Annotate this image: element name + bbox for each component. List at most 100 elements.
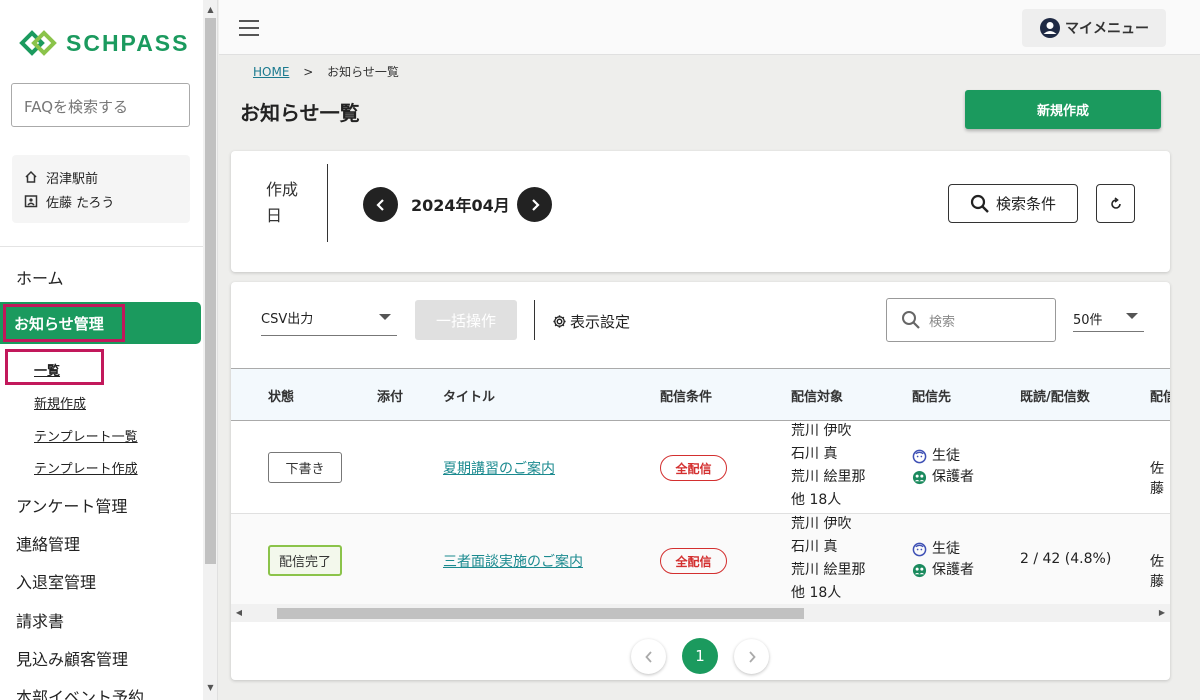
- display-settings-button[interactable]: 表示設定: [552, 311, 630, 332]
- list-search-input[interactable]: 検索: [886, 298, 1056, 342]
- search-icon: [902, 311, 920, 329]
- gear-icon: [553, 315, 566, 328]
- breadcrumb-separator: >: [303, 65, 314, 79]
- chevron-right-icon: [748, 650, 756, 663]
- next-page-button[interactable]: [734, 639, 769, 674]
- menu-icon[interactable]: [239, 20, 259, 36]
- highlight-box: [3, 304, 125, 342]
- current-month: 2024年04月: [411, 196, 510, 215]
- divider: [327, 164, 328, 242]
- prev-month-button[interactable]: [363, 187, 398, 222]
- chevron-left-icon: [375, 198, 384, 211]
- my-menu-button[interactable]: マイメニュー: [1022, 9, 1166, 47]
- table-row[interactable]: 下書き 夏期講習のご案内 全配信 荒川 伊吹 石川 真 荒川 絵里那 他 18人…: [231, 421, 1170, 514]
- notice-title-link[interactable]: 夏期講習のご案内: [443, 458, 555, 478]
- destination-label: 保護者: [932, 562, 974, 578]
- read-count: 2 / 42 (4.8%): [1020, 551, 1112, 567]
- current-page-button[interactable]: 1: [682, 638, 718, 674]
- my-menu-label: マイメニュー: [1065, 21, 1149, 37]
- table-header: 状態 添付 タイトル 配信条件 配信対象 配信先 既読/配信数 配信者: [231, 368, 1170, 421]
- destination-label: 生徒: [932, 541, 960, 557]
- target-others: 他 18人: [791, 492, 842, 508]
- column-header[interactable]: 配信対象: [791, 386, 843, 405]
- scrollbar-thumb[interactable]: [205, 18, 216, 564]
- target-name: 荒川 絵里那: [791, 469, 866, 485]
- student-icon: [912, 542, 927, 557]
- search-placeholder: 検索: [929, 314, 956, 330]
- page-title: お知らせ一覧: [240, 101, 360, 125]
- column-header[interactable]: 配信条件: [660, 386, 712, 405]
- per-page-select[interactable]: 50件: [1073, 304, 1144, 332]
- divider: [0, 246, 203, 247]
- csv-export-select[interactable]: CSV出力: [261, 304, 397, 336]
- nav-sub-template-create[interactable]: テンプレート作成: [34, 458, 138, 477]
- nav-contact[interactable]: 連絡管理: [16, 531, 80, 555]
- nav-survey[interactable]: アンケート管理: [16, 493, 127, 517]
- student-icon: [912, 449, 927, 464]
- search-icon: [970, 194, 989, 213]
- user-info: 沼津駅前 佐藤 たろう: [12, 155, 190, 223]
- highlight-box: [5, 349, 104, 385]
- target-name: 石川 真: [791, 539, 838, 555]
- top-bar: マイメニュー: [219, 0, 1200, 55]
- csv-export-label: CSV出力: [261, 312, 314, 327]
- scroll-left-arrow-icon[interactable]: ◀: [231, 604, 247, 622]
- guardian-icon: [912, 470, 927, 485]
- per-page-value: 50件: [1073, 313, 1103, 328]
- column-header[interactable]: 状態: [268, 386, 294, 405]
- scroll-up-arrow-icon[interactable]: ▲: [203, 2, 218, 18]
- schpass-logo-icon: [19, 30, 57, 56]
- refresh-button[interactable]: [1096, 184, 1135, 223]
- new-create-button[interactable]: 新規作成: [965, 90, 1161, 129]
- target-list: 荒川 伊吹 石川 真 荒川 絵里那 他 18人: [791, 513, 865, 605]
- column-header[interactable]: 配信者: [1150, 386, 1170, 405]
- target-name: 荒川 絵里那: [791, 562, 866, 578]
- status-badge: 配信完了: [268, 545, 342, 576]
- breadcrumb-home[interactable]: HOME: [253, 65, 289, 79]
- target-name: 荒川 伊吹: [791, 423, 852, 439]
- logo[interactable]: SCHPASS: [18, 28, 190, 58]
- table-row[interactable]: 配信完了 三者面談実施のご案内 全配信 荒川 伊吹 石川 真 荒川 絵里那 他 …: [231, 514, 1170, 607]
- status-badge: 下書き: [268, 452, 342, 483]
- user-name: 佐藤 たろう: [46, 195, 115, 211]
- destination-list: 生徒 保護者: [912, 539, 974, 581]
- scroll-right-arrow-icon[interactable]: ▶: [1154, 604, 1170, 622]
- nav-sub-new[interactable]: 新規作成: [34, 393, 86, 412]
- notice-title-link[interactable]: 三者面談実施のご案内: [443, 551, 583, 571]
- nav-hq-events[interactable]: 本部イベント予約: [16, 684, 144, 700]
- sender-name: 佐藤: [1150, 461, 1164, 497]
- date-filter-card: 作成日 2024年04月 検索条件: [231, 151, 1170, 272]
- id-card-icon: [24, 195, 38, 208]
- display-settings-label: 表示設定: [570, 313, 631, 331]
- nav-prospects[interactable]: 見込み顧客管理: [16, 646, 128, 670]
- faq-search-input[interactable]: FAQを検索する: [11, 83, 190, 127]
- next-month-button[interactable]: [517, 187, 552, 222]
- scrollbar-thumb[interactable]: [277, 608, 804, 619]
- scroll-down-arrow-icon[interactable]: ▼: [203, 680, 218, 696]
- table-horizontal-scrollbar[interactable]: ◀ ▶: [231, 604, 1170, 622]
- column-header[interactable]: 配信先: [912, 386, 951, 405]
- sidebar-scrollbar[interactable]: ▲ ▼: [203, 0, 218, 700]
- guardian-icon: [912, 563, 927, 578]
- target-list: 荒川 伊吹 石川 真 荒川 絵里那 他 18人: [791, 420, 865, 512]
- school-name: 沼津駅前: [46, 171, 99, 187]
- prev-page-button[interactable]: [631, 639, 666, 674]
- search-conditions-button[interactable]: 検索条件: [948, 184, 1078, 223]
- brand-name: SCHPASS: [66, 29, 190, 56]
- bulk-action-button[interactable]: 一括操作: [415, 300, 517, 340]
- column-header[interactable]: 既読/配信数: [1020, 386, 1090, 405]
- home-icon: [25, 170, 37, 183]
- column-header[interactable]: タイトル: [443, 386, 495, 405]
- refresh-icon: [1110, 196, 1121, 209]
- caret-down-icon: [379, 314, 391, 320]
- condition-badge: 全配信: [660, 455, 727, 481]
- target-others: 他 18人: [791, 585, 842, 601]
- target-name: 荒川 伊吹: [791, 516, 852, 532]
- nav-attendance[interactable]: 入退室管理: [16, 569, 96, 593]
- nav-sub-template-list[interactable]: テンプレート一覧: [34, 426, 138, 445]
- nav-invoice[interactable]: 請求書: [16, 608, 64, 632]
- caret-down-icon: [1126, 313, 1138, 319]
- column-header[interactable]: 添付: [377, 386, 403, 405]
- nav-home[interactable]: ホーム: [16, 265, 64, 289]
- chevron-left-icon: [644, 650, 652, 663]
